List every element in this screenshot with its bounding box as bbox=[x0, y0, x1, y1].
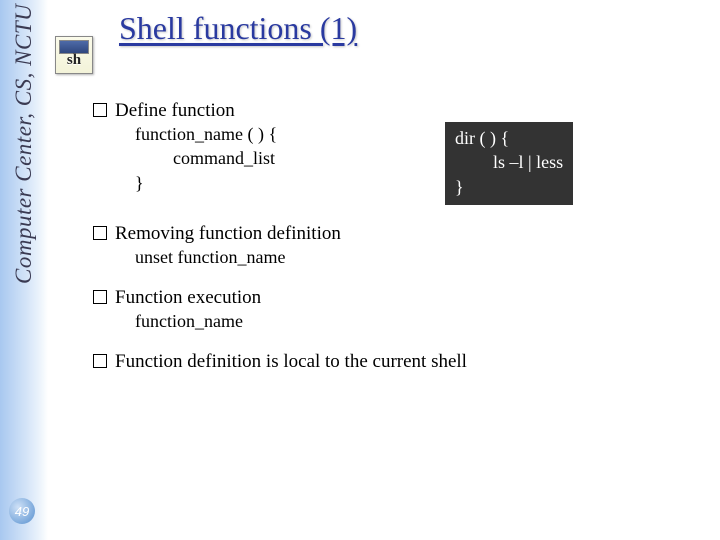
heading-exec: Function execution bbox=[115, 287, 261, 309]
page-number-badge: 49 bbox=[9, 498, 35, 524]
shell-icon: sh bbox=[55, 36, 93, 74]
slide-content: sh Shell functions (1) Define function f… bbox=[55, 0, 720, 391]
define-example-box: dir ( ) { ls –l | less } bbox=[445, 122, 573, 205]
item-scope: Function definition is local to the curr… bbox=[93, 351, 720, 373]
example-line-2: ls –l | less bbox=[455, 150, 563, 174]
remove-sub: unset function_name bbox=[135, 245, 720, 269]
heading-scope: Function definition is local to the curr… bbox=[115, 351, 467, 373]
bullet-checkbox-icon bbox=[93, 226, 107, 240]
item-define-function: Define function function_name ( ) { comm… bbox=[93, 100, 720, 205]
bullet-checkbox-icon bbox=[93, 354, 107, 368]
item-remove-function: Removing function definition unset funct… bbox=[93, 223, 720, 269]
bullet-checkbox-icon bbox=[93, 290, 107, 304]
syntax-line-2: command_list bbox=[135, 146, 385, 170]
example-line-3: } bbox=[455, 175, 563, 199]
define-syntax: function_name ( ) { command_list } bbox=[135, 122, 385, 195]
heading-define: Define function bbox=[115, 100, 235, 122]
example-line-1: dir ( ) { bbox=[455, 126, 563, 150]
item-exec-function: Function execution function_name bbox=[93, 287, 720, 333]
exec-sub: function_name bbox=[135, 309, 720, 333]
sidebar-organization-label: Computer Center, CS, NCTU bbox=[0, 0, 48, 358]
bullet-checkbox-icon bbox=[93, 103, 107, 117]
heading-remove: Removing function definition bbox=[115, 223, 341, 245]
syntax-line-1: function_name ( ) { bbox=[135, 122, 385, 146]
syntax-line-3: } bbox=[135, 171, 385, 195]
slide-title: Shell functions (1) bbox=[101, 6, 357, 47]
shell-icon-label: sh bbox=[56, 52, 92, 69]
